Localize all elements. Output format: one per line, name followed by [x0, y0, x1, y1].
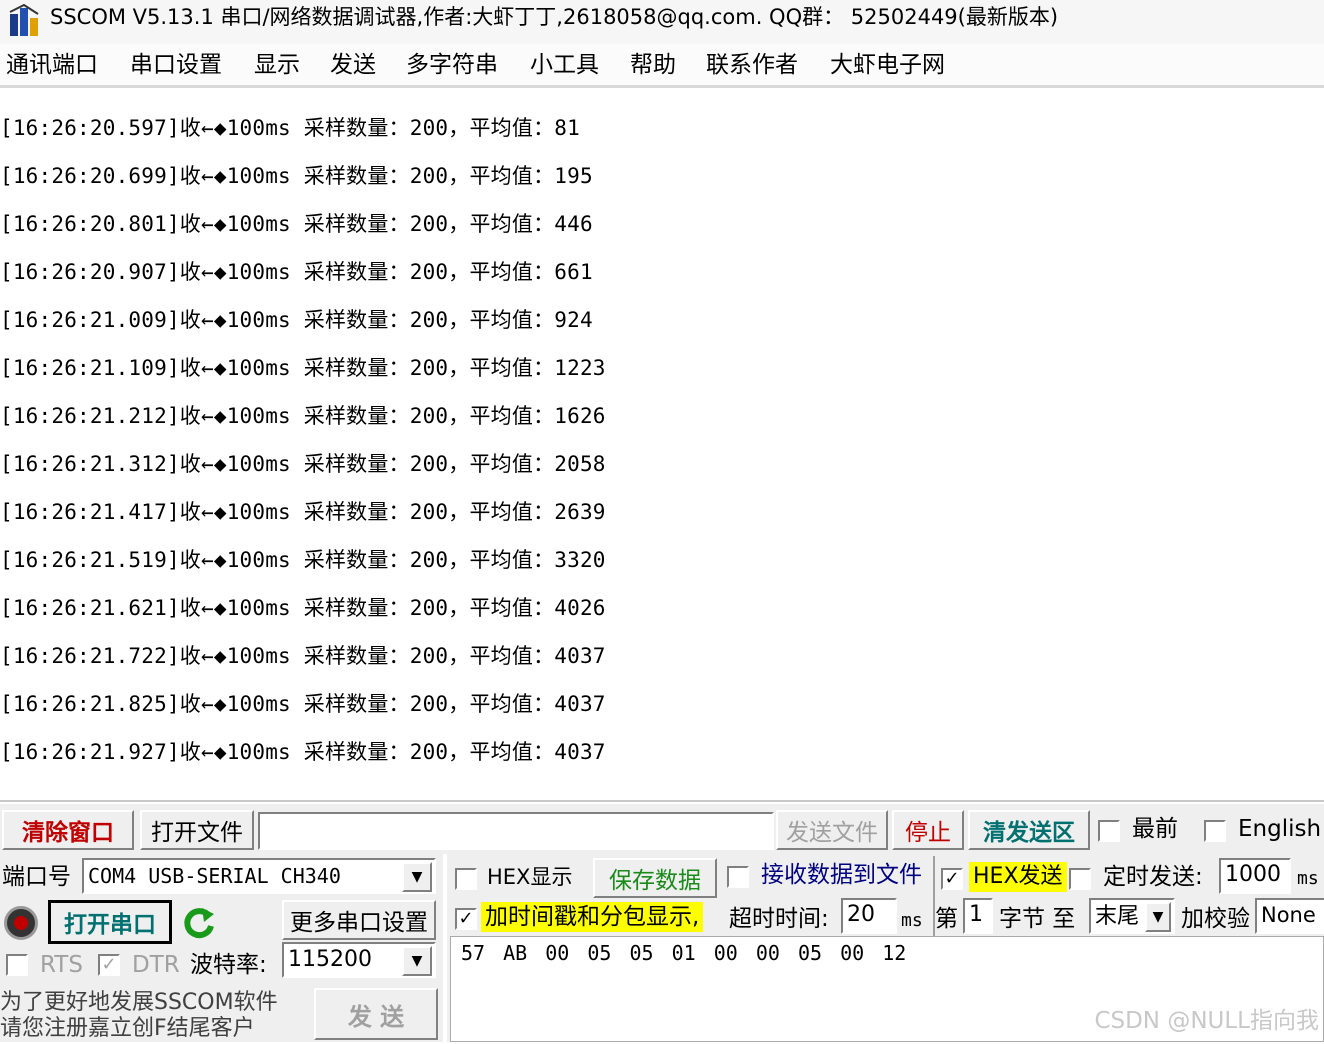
menu-comm-port[interactable]: 通讯端口	[6, 50, 98, 80]
log-line: [16:26:21.825]收←◆100ms 采样数量：200，平均值：4037	[0, 692, 606, 716]
timestamp-label: 加时间戳和分包显示,	[481, 902, 704, 932]
send-data-text: 57 AB 00 05 05 01 00 00 05 00 12	[461, 941, 907, 965]
topmost-label: 最前	[1132, 816, 1178, 842]
send-button[interactable]: 发 送	[314, 988, 438, 1040]
log-line: [16:26:21.621]收←◆100ms 采样数量：200，平均值：4026	[0, 596, 606, 620]
app-icon	[9, 4, 39, 36]
more-settings-button[interactable]: 更多串口设置	[282, 900, 436, 940]
menu-display[interactable]: 显示	[254, 50, 300, 80]
refresh-icon[interactable]	[180, 904, 218, 942]
port-select-value: COM4 USB-SERIAL CH340	[88, 864, 341, 888]
menu-help[interactable]: 帮助	[630, 50, 676, 80]
rts-label: RTS	[40, 952, 83, 978]
byte-start-input[interactable]: 1	[963, 898, 993, 934]
timed-interval-input[interactable]: 1000	[1219, 858, 1291, 894]
byte-label-1: 第	[935, 906, 958, 932]
watermark: CSDN @NULL指向我	[1094, 1008, 1319, 1034]
log-line: [16:26:21.722]收←◆100ms 采样数量：200，平均值：4037	[0, 644, 606, 668]
log-line: [16:26:21.212]收←◆100ms 采样数量：200，平均值：1626	[0, 404, 606, 428]
chevron-down-icon[interactable]: ▼	[402, 862, 432, 892]
baud-select[interactable]: 115200 ▼	[282, 942, 436, 978]
checksum-select[interactable]: None	[1255, 898, 1324, 934]
menu-website[interactable]: 大虾电子网	[830, 50, 945, 80]
baud-select-value: 115200	[288, 947, 372, 972]
promo-line-2: 请您注册嘉立创F结尾客户	[0, 1016, 255, 1041]
menu-multi-string[interactable]: 多字符串	[406, 50, 498, 80]
hex-display-checkbox[interactable]	[455, 868, 477, 890]
english-label: English	[1238, 816, 1322, 842]
log-line: [16:26:21.009]收←◆100ms 采样数量：200，平均值：924	[0, 308, 593, 332]
open-port-button[interactable]: 打开串口	[48, 900, 172, 944]
port-status-icon	[4, 906, 38, 940]
menu-contact-author[interactable]: 联系作者	[706, 50, 798, 80]
log-line: [16:26:21.927]收←◆100ms 采样数量：200，平均值：4037	[0, 740, 606, 764]
hex-display-label: HEX显示	[487, 865, 573, 889]
port-panel: 端口号 COM4 USB-SERIAL CH340 ▼ 打开串口 更多串口设置 …	[0, 854, 443, 1042]
open-file-button[interactable]: 打开文件	[140, 810, 254, 850]
log-line: [16:26:20.699]收←◆100ms 采样数量：200，平均值：195	[0, 164, 593, 188]
timeout-input[interactable]: 20	[841, 898, 897, 934]
checksum-label: 加校验	[1181, 906, 1250, 932]
save-data-button[interactable]: 保存数据	[593, 858, 717, 898]
chevron-down-icon[interactable]: ▼	[1145, 902, 1171, 932]
stop-button[interactable]: 停止	[892, 810, 964, 850]
english-checkbox[interactable]	[1204, 820, 1226, 842]
receive-to-file-label: 接收数据到文件	[761, 862, 922, 888]
hex-send-label: HEX发送	[969, 862, 1067, 892]
chevron-down-icon[interactable]: ▼	[402, 946, 432, 976]
dtr-label: DTR	[132, 952, 180, 978]
timestamp-checkbox[interactable]: ✓	[455, 908, 477, 930]
title-bar: SSCOM V5.13.1 串口/网络数据调试器,作者:大虾丁丁,2618058…	[0, 0, 1324, 44]
log-line: [16:26:21.109]收←◆100ms 采样数量：200，平均值：1223	[0, 356, 606, 380]
log-line: [16:26:21.519]收←◆100ms 采样数量：200，平均值：3320	[0, 548, 606, 572]
port-select[interactable]: COM4 USB-SERIAL CH340 ▼	[82, 858, 436, 894]
timed-send-label: 定时发送:	[1103, 864, 1203, 890]
log-line: [16:26:20.907]收←◆100ms 采样数量：200，平均值：661	[0, 260, 593, 284]
receive-to-file-checkbox[interactable]	[727, 866, 749, 888]
baud-label: 波特率:	[190, 952, 267, 978]
toolbar: 清除窗口 打开文件 发送文件 停止 清发送区 最前 English	[0, 804, 1324, 854]
end-select-value: 末尾	[1095, 904, 1140, 929]
log-line: [16:26:21.417]收←◆100ms 采样数量：200，平均值：2639	[0, 500, 606, 524]
send-file-button[interactable]: 发送文件	[776, 810, 888, 850]
clear-send-button[interactable]: 清发送区	[968, 810, 1090, 850]
receive-area[interactable]: [16:26:20.597]收←◆100ms 采样数量：200，平均值：81 […	[0, 91, 1324, 802]
window-title: SSCOM V5.13.1 串口/网络数据调试器,作者:大虾丁丁,2618058…	[50, 5, 1059, 29]
clear-window-button[interactable]: 清除窗口	[2, 810, 134, 850]
file-path-input[interactable]	[258, 812, 774, 850]
timed-unit-label: ms	[1297, 868, 1319, 889]
menu-send[interactable]: 发送	[330, 50, 376, 80]
menu-serial-settings[interactable]: 串口设置	[130, 50, 222, 80]
port-label: 端口号	[2, 864, 71, 890]
send-area[interactable]: 57 AB 00 05 05 01 00 00 05 00 12 CSDN @N…	[450, 936, 1324, 1042]
log-line: [16:26:20.597]收←◆100ms 采样数量：200，平均值：81	[0, 116, 580, 140]
menu-tools[interactable]: 小工具	[530, 50, 599, 80]
rts-checkbox[interactable]	[6, 954, 28, 976]
log-line: [16:26:20.801]收←◆100ms 采样数量：200，平均值：446	[0, 212, 593, 236]
dtr-checkbox[interactable]: ✓	[98, 954, 120, 976]
end-select[interactable]: 末尾 ▼	[1089, 898, 1175, 934]
hex-send-checkbox[interactable]: ✓	[941, 868, 963, 890]
timeout-label: 超时时间:	[729, 906, 829, 932]
byte-label-2: 字节 至	[999, 906, 1076, 932]
topmost-checkbox[interactable]	[1098, 820, 1120, 842]
timed-send-checkbox[interactable]	[1069, 868, 1091, 890]
timeout-unit-label: ms	[901, 910, 923, 931]
menu-bar: 通讯端口 串口设置 显示 发送 多字符串 小工具 帮助 联系作者 大虾电子网	[0, 44, 1324, 88]
log-line: [16:26:21.312]收←◆100ms 采样数量：200，平均值：2058	[0, 452, 606, 476]
